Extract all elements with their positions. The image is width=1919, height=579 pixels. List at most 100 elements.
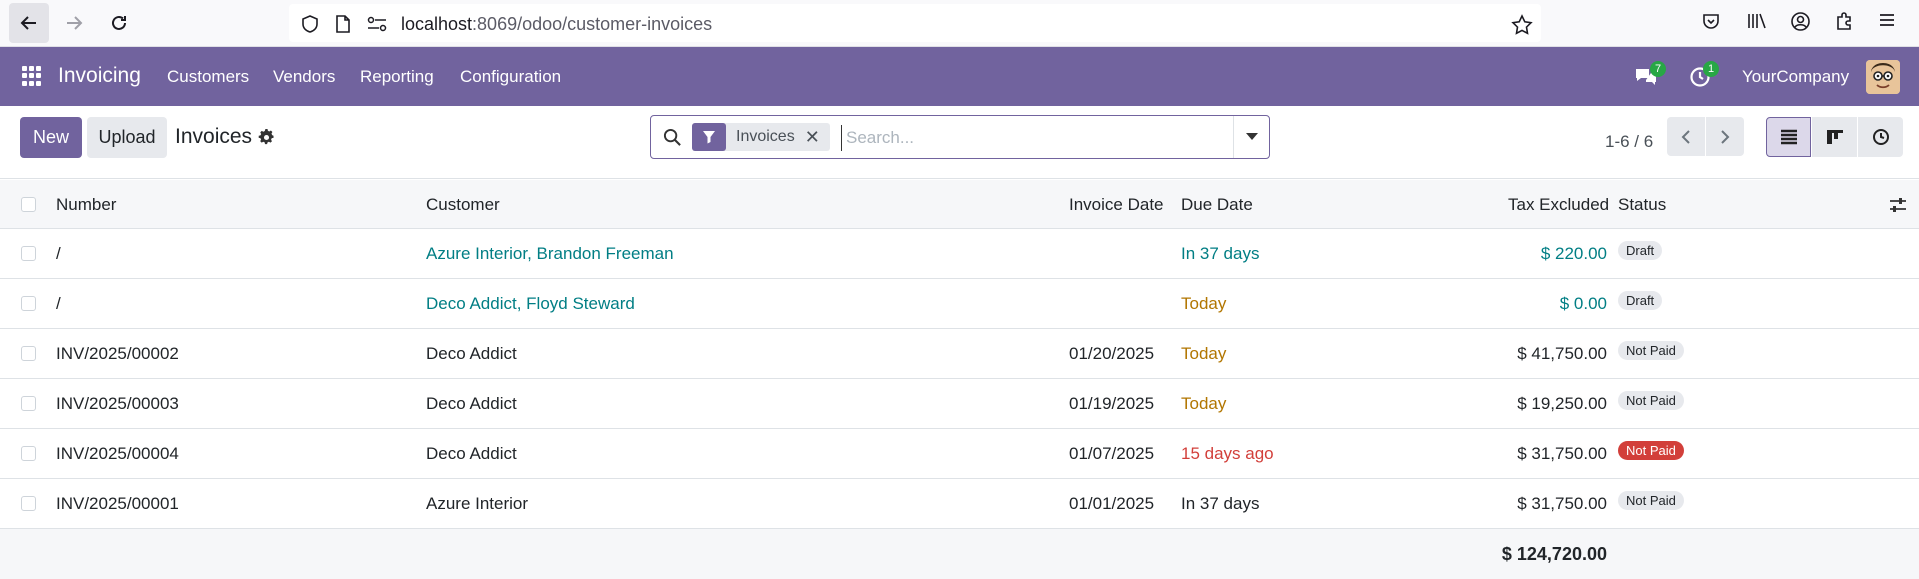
messages-button[interactable]: 7: [1634, 61, 1666, 93]
table-row[interactable]: / Deco Addict, Floyd Steward Today $ 0.0…: [0, 279, 1919, 329]
account-icon[interactable]: [1790, 11, 1811, 32]
page-icon[interactable]: [334, 14, 352, 34]
apps-menu-icon[interactable]: [22, 66, 42, 86]
col-invoice-date[interactable]: Invoice Date: [1069, 195, 1164, 215]
tax-excluded-amount: $ 31,750.00: [1517, 494, 1607, 513]
search-options-toggle[interactable]: [1233, 116, 1269, 158]
customer-name[interactable]: Deco Addict, Floyd Steward: [426, 294, 635, 314]
invoice-number: INV/2025/00004: [56, 444, 179, 463]
col-due-date[interactable]: Due Date: [1181, 195, 1253, 215]
breadcrumb: Invoices: [175, 125, 275, 149]
activities-count-badge: 1: [1703, 61, 1719, 77]
status-badge: Not Paid: [1618, 441, 1684, 460]
col-number[interactable]: Number: [56, 195, 116, 215]
permissions-icon[interactable]: [366, 14, 388, 34]
page-title: Invoices: [175, 125, 253, 148]
gear-icon[interactable]: [258, 128, 275, 146]
chevron-left-icon: [1681, 129, 1690, 144]
facet-label: Invoices: [736, 128, 795, 145]
select-all-checkbox[interactable]: [21, 197, 36, 212]
customer-name[interactable]: Azure Interior, Brandon Freeman: [426, 244, 674, 264]
activities-button[interactable]: 1: [1689, 61, 1719, 93]
tax-excluded-amount: $ 19,250.00: [1517, 394, 1607, 413]
hamburger-menu-icon[interactable]: [1878, 11, 1896, 29]
pocket-icon[interactable]: [1701, 11, 1721, 31]
search-bar: Invoices ✕: [650, 115, 1270, 159]
row-checkbox[interactable]: [21, 246, 36, 261]
table-row[interactable]: INV/2025/00004 Deco Addict 01/07/2025 15…: [0, 429, 1919, 479]
reload-button[interactable]: [99, 3, 139, 43]
status-badge: Not Paid: [1618, 491, 1684, 510]
search-facet: Invoices ✕: [692, 123, 830, 151]
caret-down-icon: [1245, 133, 1258, 140]
table-row[interactable]: INV/2025/00003 Deco Addict 01/19/2025 To…: [0, 379, 1919, 429]
chevron-right-icon: [1721, 129, 1730, 144]
messages-count-badge: 7: [1650, 61, 1666, 77]
invoice-date: 01/01/2025: [1069, 494, 1155, 513]
extensions-icon[interactable]: [1834, 11, 1854, 31]
row-checkbox[interactable]: [21, 446, 36, 461]
col-tax-excluded[interactable]: Tax Excluded: [1508, 195, 1609, 215]
customer-name: Deco Addict: [426, 394, 517, 413]
library-icon[interactable]: [1746, 11, 1768, 31]
user-avatar[interactable]: [1866, 60, 1900, 94]
table-header: Number Customer Invoice Date Due Date Ta…: [0, 180, 1919, 229]
row-checkbox[interactable]: [21, 296, 36, 311]
optional-columns-icon[interactable]: [1889, 197, 1907, 213]
menu-reporting[interactable]: Reporting: [360, 67, 434, 87]
facet-remove-icon[interactable]: ✕: [805, 127, 830, 148]
kanban-view-button[interactable]: [1812, 117, 1857, 157]
customer-name: Deco Addict: [426, 444, 517, 463]
pager-next-button[interactable]: [1706, 117, 1744, 156]
menu-configuration[interactable]: Configuration: [460, 67, 561, 87]
reload-icon: [112, 15, 126, 30]
tax-excluded-amount: $ 41,750.00: [1517, 344, 1607, 363]
pager-value[interactable]: 1-6 / 6: [1605, 132, 1653, 152]
search-icon[interactable]: [663, 128, 682, 147]
upload-button[interactable]: Upload: [87, 117, 167, 158]
due-date: 15 days ago: [1181, 444, 1274, 463]
avatar-face-icon: [1866, 60, 1900, 94]
forward-button[interactable]: [54, 3, 94, 43]
row-checkbox[interactable]: [21, 396, 36, 411]
shield-icon[interactable]: [300, 14, 320, 34]
due-date: Today: [1181, 344, 1227, 363]
tax-excluded-amount: $ 0.00: [1559, 294, 1607, 313]
invoice-number: /: [56, 244, 61, 263]
col-customer[interactable]: Customer: [426, 195, 500, 215]
col-status[interactable]: Status: [1618, 195, 1666, 215]
status-badge: Not Paid: [1618, 391, 1684, 410]
table-row[interactable]: / Azure Interior, Brandon Freeman In 37 …: [0, 229, 1919, 279]
app-brand[interactable]: Invoicing: [58, 64, 141, 88]
due-date: Today: [1181, 394, 1227, 413]
row-checkbox[interactable]: [21, 346, 36, 361]
due-date: In 37 days: [1181, 244, 1260, 263]
tax-excluded-amount: $ 220.00: [1540, 244, 1607, 263]
status-badge: Draft: [1618, 241, 1663, 260]
table-row[interactable]: INV/2025/00001 Azure Interior 01/01/2025…: [0, 479, 1919, 529]
customer-name: Azure Interior: [426, 494, 529, 513]
menu-vendors[interactable]: Vendors: [273, 67, 335, 87]
filter-icon: [692, 123, 726, 151]
table-row[interactable]: INV/2025/00002 Deco Addict 01/20/2025 To…: [0, 329, 1919, 379]
activity-clock-icon: [1872, 129, 1889, 145]
table-footer: $ 124,720.00: [0, 529, 1919, 579]
row-checkbox[interactable]: [21, 496, 36, 511]
main-navbar: Invoicing Customers Vendors Reporting Co…: [0, 47, 1919, 106]
url-bar[interactable]: localhost:8069/odoo/customer-invoices: [289, 4, 1541, 42]
activity-view-button[interactable]: [1858, 117, 1903, 157]
invoice-table: Number Customer Invoice Date Due Date Ta…: [0, 180, 1919, 579]
bookmark-star-icon[interactable]: [1511, 14, 1533, 36]
search-input[interactable]: [841, 125, 1231, 151]
pager-previous-button[interactable]: [1667, 117, 1705, 156]
menu-customers[interactable]: Customers: [167, 67, 249, 87]
back-button[interactable]: [9, 3, 49, 43]
new-button[interactable]: New: [20, 117, 82, 158]
control-panel: New Upload Invoices Invoices ✕ 1-6 / 6: [0, 106, 1919, 179]
back-arrow-icon: [20, 16, 36, 30]
invoice-date: 01/07/2025: [1069, 444, 1155, 463]
due-date: In 37 days: [1181, 494, 1260, 513]
list-view-button[interactable]: [1766, 117, 1811, 157]
company-switcher[interactable]: YourCompany: [1742, 67, 1849, 87]
browser-toolbar: localhost:8069/odoo/customer-invoices: [0, 0, 1919, 47]
